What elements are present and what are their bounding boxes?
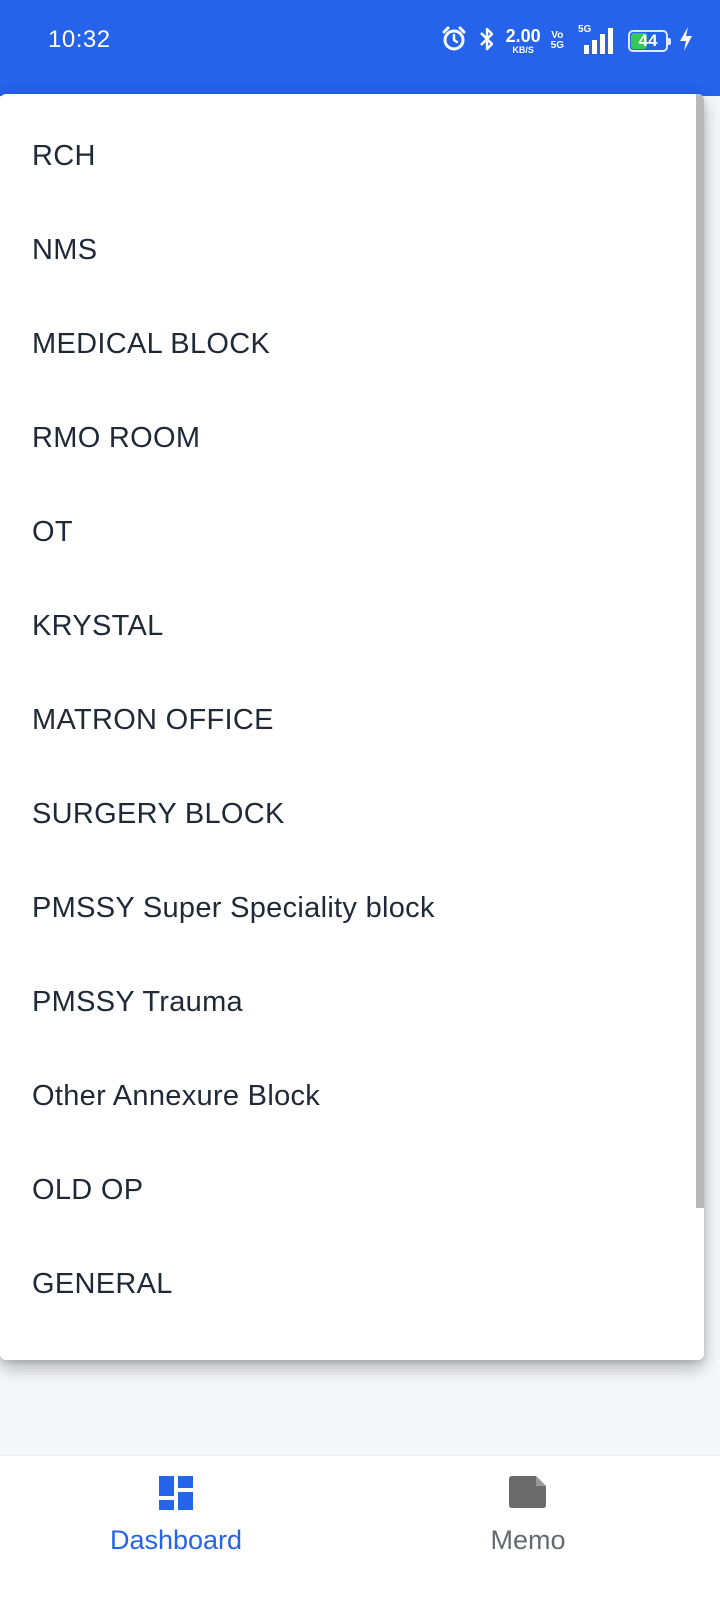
dropdown-item[interactable]: PMSSY Super Speciality block — [0, 861, 696, 955]
dropdown-item[interactable]: SURGERY BLOCK — [0, 767, 696, 861]
bluetooth-icon — [478, 25, 496, 58]
signal-icon: 5G — [574, 24, 618, 56]
network-speed-value: 2.00 — [505, 26, 541, 46]
memo-icon — [507, 1474, 549, 1515]
scrollbar-thumb[interactable] — [696, 94, 704, 1208]
dropdown-item[interactable]: MEDICAL BLOCK — [0, 297, 696, 391]
block-dropdown-menu: RCH NMS MEDICAL BLOCK RMO ROOM OT KRYSTA… — [0, 94, 704, 1360]
dropdown-item[interactable]: Other Annexure Block — [0, 1049, 696, 1143]
battery-icon: 44 — [628, 30, 671, 52]
dropdown-item[interactable]: KRYSTAL — [0, 579, 696, 673]
nav-memo[interactable]: Memo — [418, 1474, 638, 1556]
dropdown-list: RCH NMS MEDICAL BLOCK RMO ROOM OT KRYSTA… — [0, 109, 696, 1331]
dropdown-item[interactable]: GENERAL — [0, 1237, 696, 1331]
network-speed-unit: KB/S — [512, 45, 534, 55]
nav-dashboard[interactable]: Dashboard — [66, 1474, 286, 1556]
nav-dashboard-label: Dashboard — [109, 1525, 243, 1555]
dropdown-item[interactable]: NMS — [0, 203, 696, 297]
bottom-navigation: Dashboard Memo — [0, 1455, 720, 1605]
alarm-icon — [440, 25, 468, 58]
battery-tip — [668, 38, 671, 45]
nav-memo-label: Memo — [490, 1525, 566, 1555]
dropdown-item[interactable]: RMO ROOM — [0, 391, 696, 485]
dropdown-item[interactable]: OLD OP — [0, 1143, 696, 1237]
dropdown-item[interactable]: OT — [0, 485, 696, 579]
network-speed: 2.00 KB/S — [506, 27, 541, 55]
status-icons: 2.00 KB/S Vo 5G 5G 44 — [440, 24, 694, 58]
charging-icon — [678, 25, 694, 58]
dropdown-item[interactable]: MATRON OFFICE — [0, 673, 696, 767]
dashboard-icon — [157, 1474, 195, 1517]
scrollbar-track[interactable] — [696, 94, 704, 1360]
dropdown-item[interactable]: RCH — [0, 109, 696, 203]
dropdown-item[interactable]: PMSSY Trauma — [0, 955, 696, 1049]
volte-bottom: 5G — [550, 40, 564, 51]
status-time: 10:32 — [48, 26, 111, 53]
status-bar: 10:32 2.00 KB/S Vo 5G 5G 44 — [0, 0, 720, 96]
battery-level: 44 — [638, 31, 658, 50]
volte-indicator: Vo 5G — [550, 30, 564, 52]
